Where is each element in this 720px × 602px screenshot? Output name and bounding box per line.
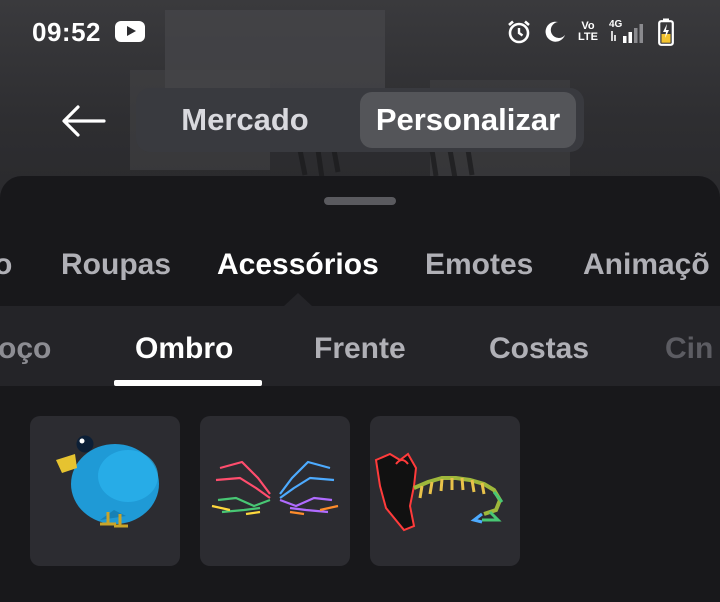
subcategory-tab-frente[interactable]: Frente bbox=[314, 332, 406, 366]
category-tab-emotes[interactable]: Emotes bbox=[425, 248, 533, 282]
back-button[interactable] bbox=[60, 102, 108, 140]
category-tabs: o Roupas Acessórios Emotes Animaçõ bbox=[0, 226, 720, 306]
status-bar: 09:52 Vo LTE 4G bbox=[0, 0, 720, 64]
volte-icon: Vo LTE bbox=[578, 21, 598, 43]
battery-icon bbox=[658, 18, 674, 46]
subcategory-tab-partial-left[interactable]: oço bbox=[0, 332, 51, 366]
item-tile[interactable] bbox=[370, 416, 520, 566]
item-tile[interactable] bbox=[200, 416, 350, 566]
youtube-icon bbox=[115, 21, 145, 42]
subcategory-tabs: oço Ombro Frente Costas Cin bbox=[0, 306, 720, 386]
category-tab-animacoes[interactable]: Animaçõ bbox=[583, 248, 710, 282]
blue-bird-icon bbox=[56, 435, 159, 528]
customize-sheet: o Roupas Acessórios Emotes Animaçõ oço O… bbox=[0, 176, 720, 602]
clock-time: 09:52 bbox=[32, 17, 101, 47]
category-tab-partial-left[interactable]: o bbox=[0, 248, 12, 282]
active-subcategory-underline bbox=[114, 380, 262, 386]
market-customize-toggle: Mercado Personalizar bbox=[136, 88, 584, 152]
neon-wings-icon bbox=[211, 460, 339, 516]
shoulder-dragon-icon bbox=[374, 452, 504, 532]
subcategory-tab-costas[interactable]: Costas bbox=[489, 332, 589, 366]
volte-label-lte: LTE bbox=[578, 31, 598, 43]
signal-icon: 4G bbox=[609, 19, 647, 45]
item-grid bbox=[30, 416, 520, 566]
back-arrow-icon bbox=[62, 105, 106, 137]
active-category-caret bbox=[284, 293, 312, 306]
subcategory-tab-ombro[interactable]: Ombro bbox=[135, 332, 233, 366]
tab-mercado[interactable]: Mercado bbox=[170, 92, 320, 148]
category-tab-roupas[interactable]: Roupas bbox=[61, 248, 171, 282]
tab-personalizar[interactable]: Personalizar bbox=[360, 92, 576, 148]
moon-icon bbox=[545, 21, 566, 42]
subcategory-tab-partial-right[interactable]: Cin bbox=[665, 332, 713, 366]
sheet-drag-handle[interactable] bbox=[324, 197, 396, 205]
alarm-icon bbox=[508, 20, 530, 44]
item-tile[interactable] bbox=[30, 416, 180, 566]
category-tab-acessorios[interactable]: Acessórios bbox=[217, 248, 379, 282]
